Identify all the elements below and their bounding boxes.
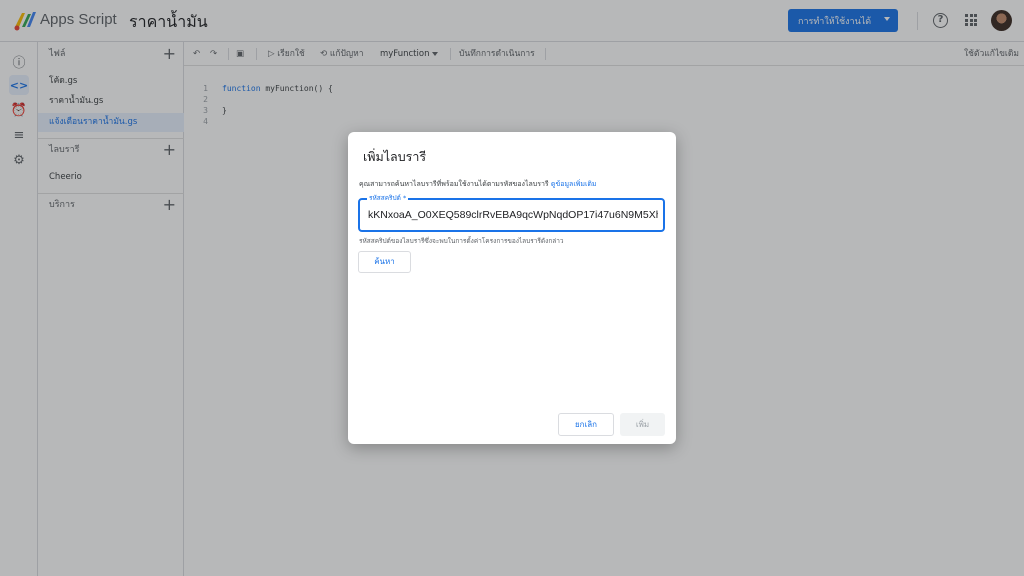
script-id-label: รหัสสคริปต์ * bbox=[367, 194, 409, 203]
description-text: คุณสามารถค้นหาไลบรารีที่พร้อมใช้งานได้ตา… bbox=[359, 180, 549, 188]
dialog-title: เพิ่มไลบรารี bbox=[363, 149, 427, 164]
script-id-input[interactable] bbox=[368, 209, 658, 221]
learn-more-link[interactable]: ดูข้อมูลเพิ่มเติม bbox=[551, 180, 597, 188]
cancel-button[interactable]: ยกเลิก bbox=[558, 413, 614, 436]
add-library-dialog: เพิ่มไลบรารี คุณสามารถค้นหาไลบรารีที่พร้… bbox=[348, 132, 676, 444]
dialog-description: คุณสามารถค้นหาไลบรารีที่พร้อมใช้งานได้ตา… bbox=[359, 179, 597, 190]
script-id-field[interactable]: รหัสสคริปต์ * bbox=[358, 194, 665, 232]
add-button[interactable]: เพิ่ม bbox=[620, 413, 665, 436]
script-id-hint: รหัสสคริปต์ของไลบรารีซึ่งจะพบในการตั้งค่… bbox=[359, 237, 564, 245]
search-button[interactable]: ค้นหา bbox=[358, 251, 411, 273]
